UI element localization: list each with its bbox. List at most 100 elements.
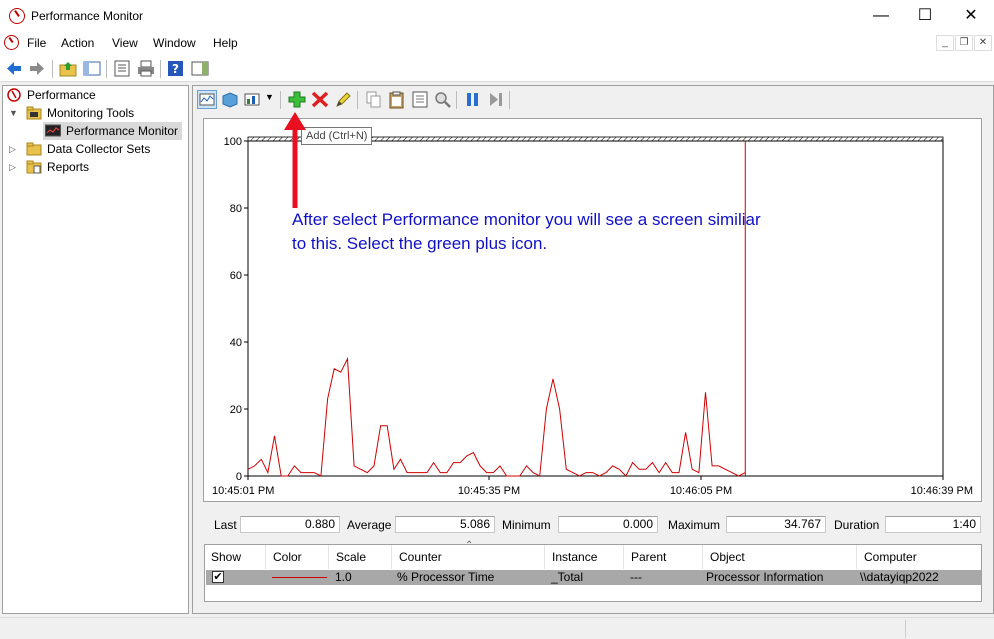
x-tick-label: 10:46:39 PM: [911, 485, 973, 497]
help-icon[interactable]: ?: [167, 60, 185, 77]
close-button[interactable]: ✕: [948, 0, 994, 32]
forward-arrow-icon[interactable]: [28, 60, 46, 77]
zoom-magnifier-icon[interactable]: [433, 90, 453, 109]
back-arrow-icon[interactable]: [5, 60, 23, 77]
processor-time-line-chart: 0 20 40 60 80 100 10:45:01 PM 10:45:35 PM 10:46:…: [212, 136, 973, 497]
menu-file[interactable]: File: [27, 36, 46, 50]
data-collector-folder-icon: [26, 142, 42, 156]
chevron-down-icon[interactable]: ▼: [9, 104, 18, 122]
chevron-right-icon[interactable]: ▷: [9, 158, 16, 176]
change-graph-type-icon[interactable]: [243, 90, 263, 109]
mdi-minimize-button[interactable]: _: [936, 35, 954, 51]
menu-view[interactable]: View: [112, 36, 138, 50]
x-tick-label: 10:45:01 PM: [212, 485, 274, 497]
mdi-close-button[interactable]: ✕: [974, 35, 992, 51]
column-header-instance[interactable]: Instance: [546, 545, 624, 569]
tree-item-data-collector-sets[interactable]: ▷ Data Collector Sets: [9, 140, 150, 158]
graph-type-dropdown-arrow-icon[interactable]: ▼: [265, 92, 274, 102]
delete-counter-x-icon[interactable]: [310, 90, 330, 109]
maximum-label: Maximum: [668, 518, 721, 532]
counter-instance: _Total: [551, 570, 584, 584]
average-value: 5.086: [395, 516, 495, 533]
view-log-data-icon[interactable]: [220, 90, 240, 109]
column-header-object[interactable]: Object: [704, 545, 857, 569]
counter-row[interactable]: ✔ 1.0 % Processor Time _Total --- Proces…: [206, 570, 981, 585]
counter-scale: 1.0: [335, 570, 352, 584]
y-tick-label: 60: [230, 270, 242, 282]
properties-icon[interactable]: [113, 60, 131, 77]
perfmon-app-icon: [9, 8, 25, 24]
tree-item-performance-monitor[interactable]: Performance Monitor: [43, 122, 183, 140]
column-header-parent[interactable]: Parent: [625, 545, 703, 569]
minimum-label: Minimum: [502, 518, 551, 532]
window-title: Performance Monitor: [31, 9, 144, 23]
counter-parent: ---: [630, 570, 642, 584]
folder-icon: [26, 106, 42, 120]
counter-object: Processor Information: [706, 570, 824, 584]
annotation-text: After select Performance monitor you wil…: [292, 210, 761, 253]
x-tick-label: 10:46:05 PM: [670, 485, 732, 497]
graph-panel: 0 20 40 60 80 100 10:45:01 PM 10:45:35 PM 10:46:…: [203, 118, 982, 502]
duration-label: Duration: [834, 518, 880, 532]
counter-name: % Processor Time: [397, 570, 495, 584]
y-tick-label: 20: [230, 404, 242, 416]
properties-sheet-icon[interactable]: [410, 90, 430, 109]
tree-item-monitoring-tools[interactable]: ▼ Monitoring Tools: [9, 104, 134, 122]
maximize-button[interactable]: ☐: [902, 0, 948, 32]
system-menu-icon[interactable]: [4, 35, 19, 50]
show-checkbox[interactable]: ✔: [212, 571, 224, 583]
minimize-button[interactable]: —: [858, 0, 904, 32]
print-icon[interactable]: [137, 60, 155, 77]
tree-label: Data Collector Sets: [47, 142, 151, 156]
menu-help[interactable]: Help: [213, 36, 238, 50]
y-tick-label: 100: [224, 136, 242, 148]
y-tick-label: 0: [236, 471, 242, 483]
tree-label: Performance Monitor: [66, 124, 179, 138]
average-label: Average: [347, 518, 392, 532]
counter-computer: \\datayiqp2022: [860, 570, 939, 584]
tree-label: Performance: [27, 88, 96, 102]
show-hide-console-tree-icon[interactable]: [83, 60, 101, 77]
duration-value: 1:40: [885, 516, 981, 533]
menu-window[interactable]: Window: [153, 36, 196, 50]
column-header-scale[interactable]: Scale: [330, 545, 392, 569]
tree-label: Reports: [47, 160, 90, 174]
y-tick-label: 40: [230, 337, 242, 349]
column-header-show[interactable]: Show: [205, 545, 266, 569]
performance-icon: [7, 88, 21, 102]
column-header-color[interactable]: Color: [267, 545, 329, 569]
console-tree: Performance ▼ Monitoring Tools Performan…: [2, 85, 189, 614]
main-toolbar: ?: [0, 54, 994, 82]
svg-text:?: ?: [172, 62, 179, 76]
mdi-restore-button[interactable]: ❐: [955, 35, 973, 51]
annotation-arrow-icon: [284, 112, 306, 208]
menu-bar: File Action View Window Help: [0, 32, 994, 54]
title-bar: Performance Monitor — ☐ ✕: [0, 0, 994, 32]
paste-counter-list-icon[interactable]: [387, 90, 407, 109]
sort-ascending-icon: ⌃: [465, 540, 474, 551]
freeze-display-pause-icon[interactable]: [463, 90, 483, 109]
chevron-right-icon[interactable]: ▷: [9, 140, 16, 158]
add-counter-plus-icon[interactable]: [287, 90, 307, 109]
plot-area: [247, 140, 944, 477]
reports-folder-icon: [26, 160, 42, 174]
show-hide-action-pane-icon[interactable]: [191, 60, 209, 77]
tree-item-reports[interactable]: ▷ Reports: [9, 158, 89, 176]
minimum-value: 0.000: [558, 516, 658, 533]
x-tick-label: 10:45:35 PM: [458, 485, 520, 497]
performance-monitor-chart-icon: [45, 124, 61, 137]
y-tick-label: 80: [230, 203, 242, 215]
tree-label: Monitoring Tools: [47, 106, 135, 120]
update-data-step-icon[interactable]: [486, 90, 506, 109]
highlight-pen-icon[interactable]: [333, 90, 353, 109]
view-current-activity-icon[interactable]: [197, 90, 217, 109]
counter-color-swatch: [272, 577, 327, 578]
up-folder-icon[interactable]: [59, 60, 77, 77]
copy-properties-icon[interactable]: [364, 90, 384, 109]
last-label: Last: [214, 518, 237, 532]
statistics-bar: Last 0.880 Average 5.086 Minimum 0.000 M…: [203, 512, 982, 536]
counter-legend-table: Show Color Scale Counter ⌃ Instance Pare…: [204, 540, 982, 602]
tree-item-performance[interactable]: Performance: [7, 86, 96, 104]
column-header-computer[interactable]: Computer: [858, 545, 982, 569]
menu-action[interactable]: Action: [61, 36, 94, 50]
